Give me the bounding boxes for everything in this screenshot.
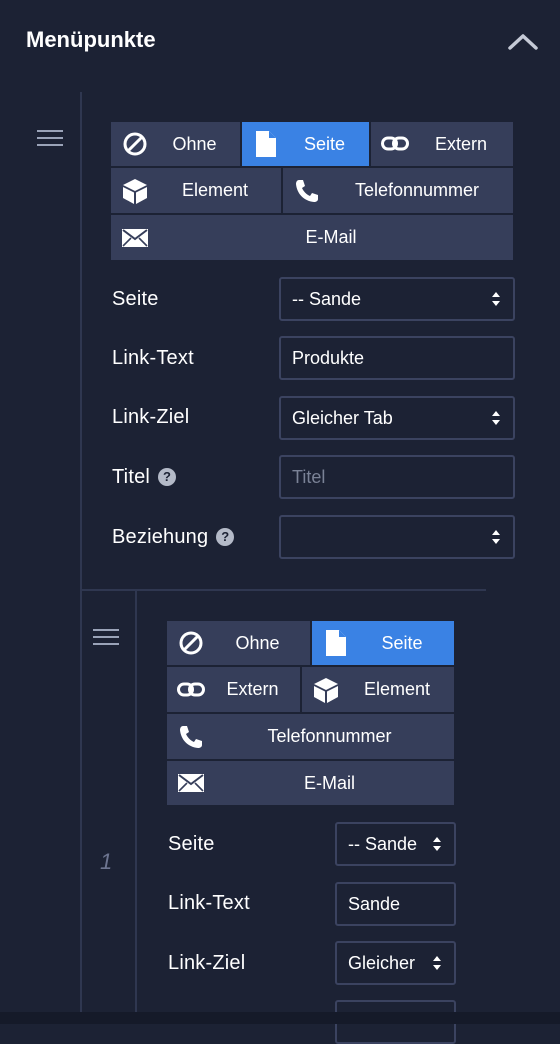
title-input[interactable]: Titel — [279, 455, 515, 499]
type-none-button[interactable]: Ohne — [111, 122, 240, 166]
panel-title: Menüpunkte — [26, 27, 156, 52]
ban-icon — [177, 629, 205, 657]
link-target-select[interactable]: Gleicher Tab — [279, 396, 515, 440]
item-divider — [80, 589, 486, 591]
type-element-button[interactable]: Element — [111, 168, 281, 213]
drag-handle-icon[interactable] — [93, 629, 119, 649]
link-target-label: Link-Ziel — [112, 406, 190, 428]
help-icon[interactable]: ? — [216, 528, 235, 546]
panel-header: Menüpunkte — [0, 0, 560, 82]
type-none-button[interactable]: Ohne — [167, 621, 310, 665]
envelope-icon — [177, 769, 205, 797]
page-select[interactable]: -- Sande — [335, 822, 456, 866]
page-label: Seite — [168, 833, 215, 855]
link-text-label: Link-Text — [112, 347, 194, 369]
title-label: Titel? — [112, 466, 177, 489]
file-icon — [322, 629, 350, 657]
envelope-icon — [121, 224, 149, 252]
select-arrows-icon — [492, 292, 500, 306]
link-text-input[interactable]: Produkte — [279, 336, 515, 380]
tree-line-nested — [135, 591, 137, 1024]
cube-icon — [121, 177, 149, 205]
ban-icon — [121, 130, 149, 158]
link-target-select[interactable]: Gleicher — [335, 941, 456, 985]
type-external-button[interactable]: Extern — [371, 122, 513, 166]
type-external-button[interactable]: Extern — [167, 667, 300, 712]
chevron-up-icon[interactable] — [506, 28, 540, 54]
phone-icon — [293, 177, 321, 205]
relation-label: Beziehung? — [112, 526, 235, 549]
page-select[interactable]: -- Sande — [279, 277, 515, 321]
link-icon — [381, 130, 409, 158]
link-target-label: Link-Ziel — [168, 952, 246, 974]
select-arrows-icon — [433, 837, 441, 851]
file-icon — [252, 130, 280, 158]
type-page-button[interactable]: Seite — [242, 122, 369, 166]
type-phone-button[interactable]: Telefonnummer — [283, 168, 513, 213]
link-text-label: Link-Text — [168, 892, 250, 914]
phone-icon — [177, 723, 205, 751]
item-index: 1 — [100, 849, 113, 874]
tree-line — [80, 92, 82, 1024]
bottom-bar — [0, 1012, 560, 1024]
link-icon — [177, 676, 205, 704]
page-label: Seite — [112, 288, 159, 310]
help-icon[interactable]: ? — [158, 468, 177, 486]
select-arrows-icon — [433, 956, 441, 970]
cube-icon — [312, 676, 340, 704]
relation-select[interactable] — [279, 515, 515, 559]
select-arrows-icon — [492, 411, 500, 425]
drag-handle-icon[interactable] — [37, 130, 63, 150]
type-phone-button[interactable]: Telefonnummer — [167, 714, 454, 759]
select-arrows-icon — [492, 530, 500, 544]
link-text-input[interactable]: Sande — [335, 882, 456, 926]
type-email-button[interactable]: E-Mail — [111, 215, 513, 260]
type-element-button[interactable]: Element — [302, 667, 454, 712]
type-email-button[interactable]: E-Mail — [167, 761, 454, 805]
type-page-button[interactable]: Seite — [312, 621, 454, 665]
